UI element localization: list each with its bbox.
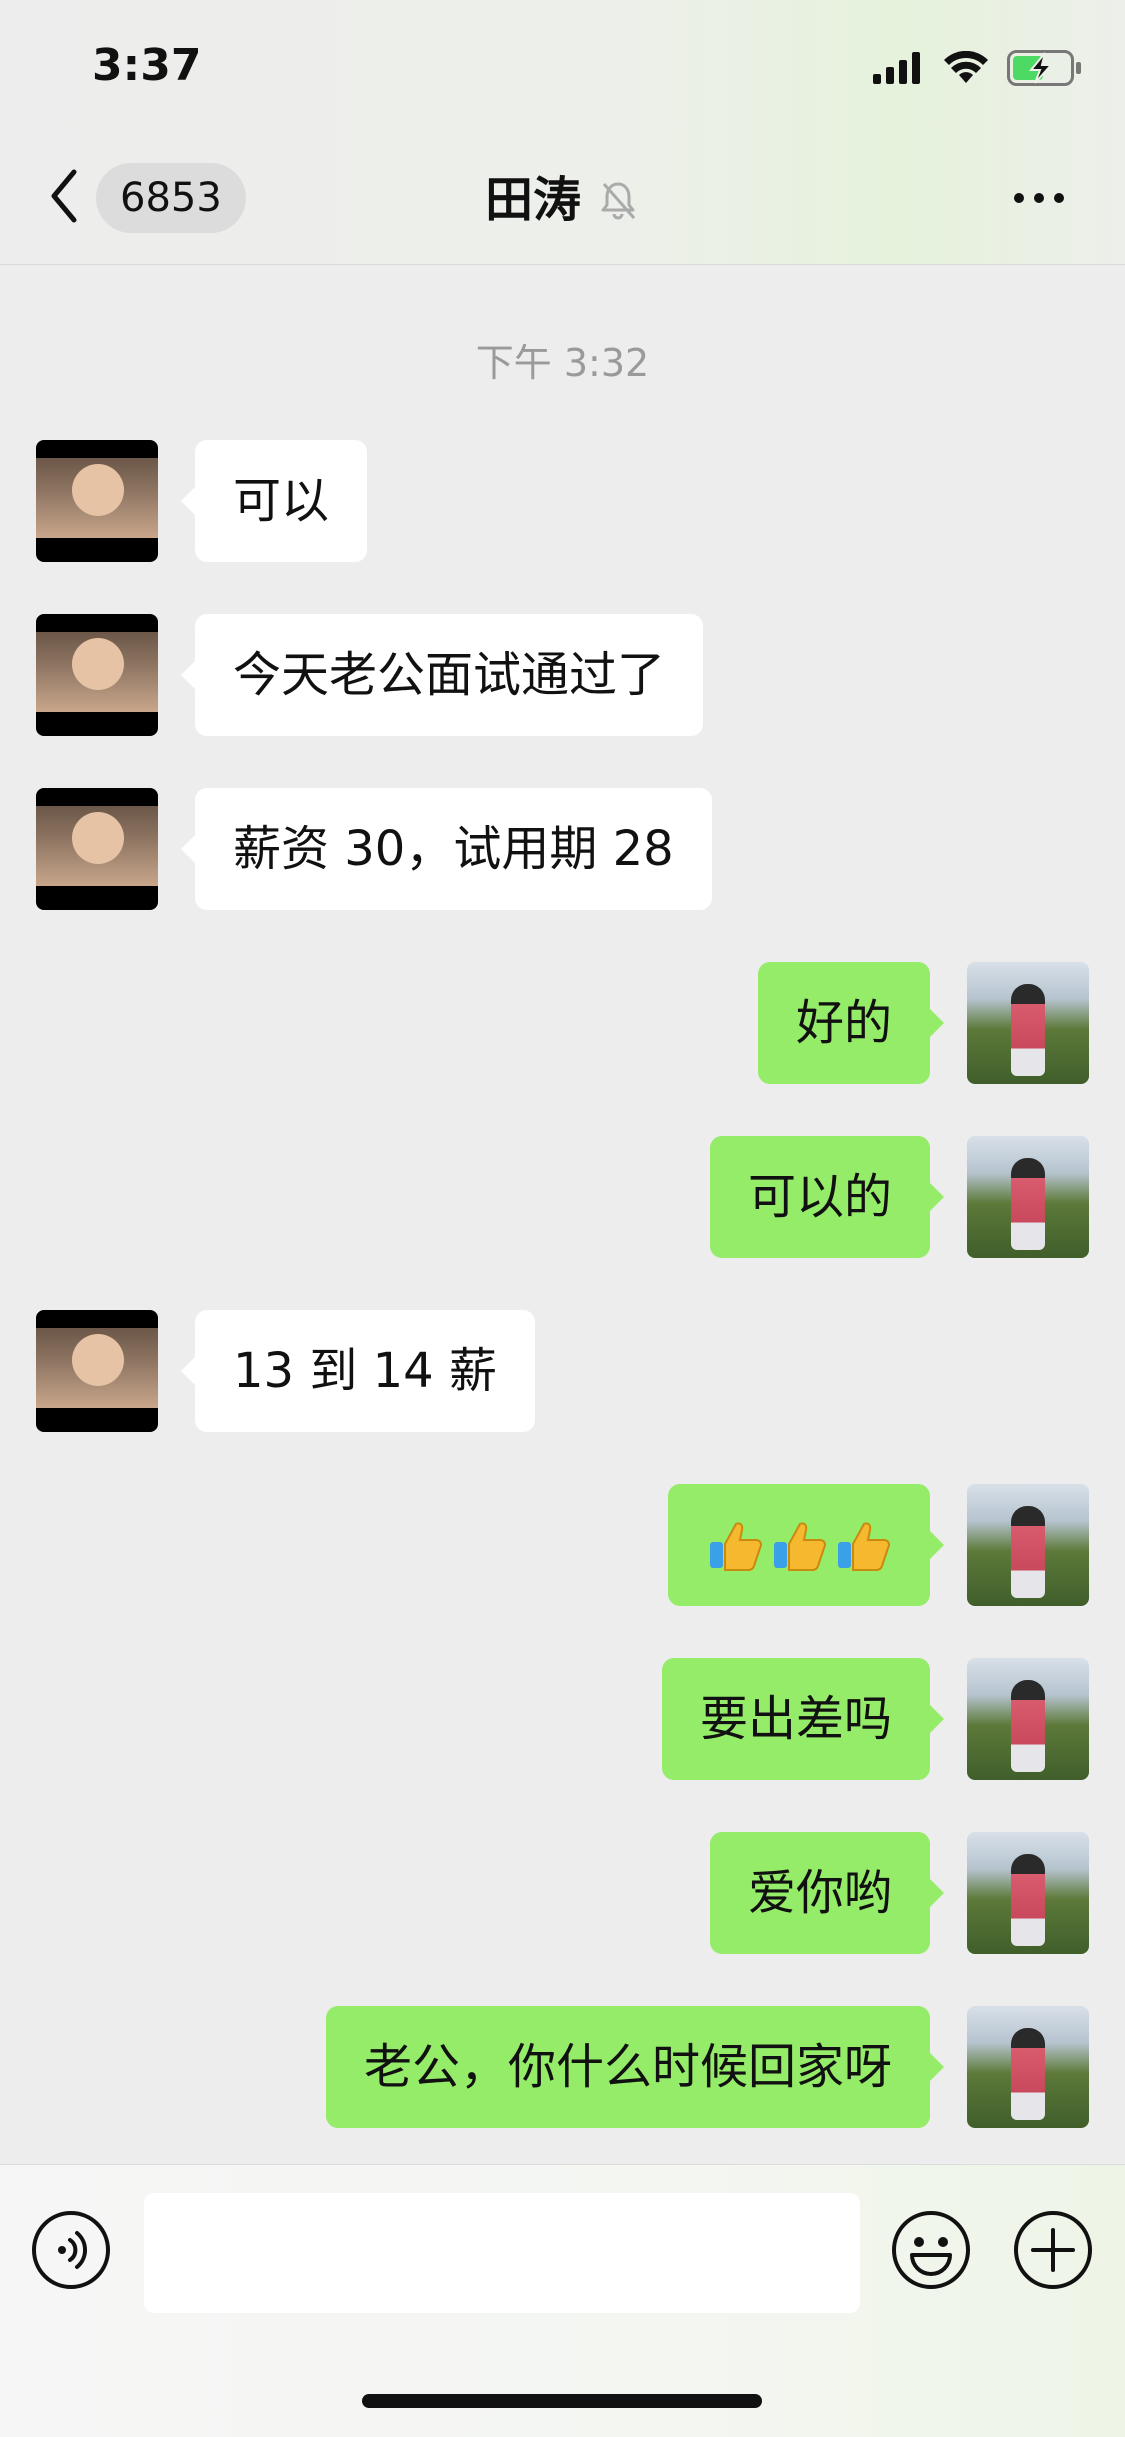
sent-message[interactable]: 要出差吗 (661, 1658, 945, 1780)
message-row: 13 到 14 薪 (0, 1310, 1125, 1434)
cellular-signal-icon (873, 52, 920, 84)
my-avatar[interactable] (967, 1832, 1089, 1954)
received-message[interactable]: 可以 (180, 440, 368, 562)
sent-message[interactable]: 爱你哟 (709, 1832, 945, 1954)
emoji-icon[interactable] (890, 2209, 972, 2291)
plus-icon[interactable] (1012, 2209, 1094, 2291)
received-message[interactable]: 今天老公面试通过了 (180, 614, 704, 736)
voice-input-icon[interactable] (30, 2209, 112, 2291)
message-row: 可以的 (0, 1136, 1125, 1260)
my-avatar[interactable] (967, 2006, 1089, 2128)
message-input[interactable] (144, 2193, 860, 2313)
message-row: 好的 (0, 962, 1125, 1086)
sent-emoji-message[interactable] (668, 1484, 944, 1606)
status-time: 3:37 (92, 40, 202, 91)
sent-message[interactable]: 好的 (757, 962, 945, 1084)
message-row: 要出差吗 (0, 1658, 1125, 1782)
my-avatar[interactable] (967, 962, 1089, 1084)
message-row: 爱你哟 (0, 1832, 1125, 1956)
chat-title: 田涛 (484, 171, 581, 228)
mute-bell-icon (601, 182, 636, 219)
message-row: 可以 (0, 440, 1125, 564)
chat-area[interactable]: 下午 3:32 可以 今天老公面试通过了 薪资 30，试用期 28 好的 可以的… (0, 264, 1125, 2164)
contact-avatar[interactable] (36, 788, 158, 910)
chat-title-area: 田涛 (0, 164, 1125, 234)
wifi-icon (944, 51, 988, 83)
message-timestamp: 下午 3:32 (475, 341, 650, 385)
thumbs-up-icon (774, 1522, 826, 1571)
received-message[interactable]: 薪资 30，试用期 28 (181, 788, 712, 910)
home-indicator[interactable] (362, 2394, 762, 2408)
contact-avatar[interactable] (36, 440, 158, 562)
more-options-icon[interactable] (1009, 180, 1069, 216)
thumbs-up-icon (710, 1522, 762, 1571)
thumbs-up-icon (838, 1522, 890, 1571)
message-row: 今天老公面试通过了 (0, 614, 1125, 738)
my-avatar[interactable] (967, 1484, 1089, 1606)
my-avatar[interactable] (967, 1136, 1089, 1258)
message-row: 老公，你什么时候回家呀 (0, 2006, 1125, 2130)
top-bar: 3:37 6853 田涛 (0, 0, 1125, 265)
sent-message[interactable]: 可以的 (709, 1136, 945, 1258)
message-row: 薪资 30，试用期 28 (0, 788, 1125, 912)
status-icons (873, 46, 1083, 90)
contact-avatar[interactable] (36, 1310, 158, 1432)
received-message[interactable]: 13 到 14 薪 (181, 1310, 535, 1432)
sent-message[interactable]: 老公，你什么时候回家呀 (325, 2006, 945, 2128)
my-avatar[interactable] (967, 1658, 1089, 1780)
battery-charging-icon (1007, 50, 1081, 86)
message-row (0, 1484, 1125, 1608)
contact-avatar[interactable] (36, 614, 158, 736)
